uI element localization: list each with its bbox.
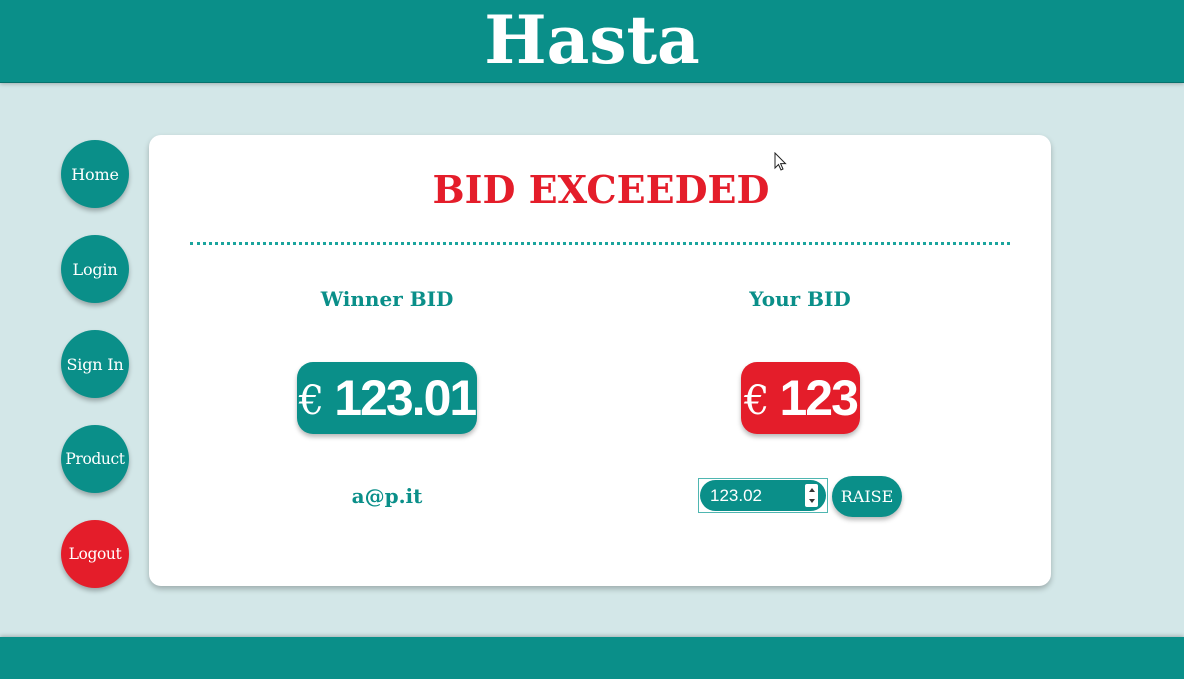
your-bid-label: Your BID bbox=[749, 287, 851, 311]
your-bid-badge: € 123 bbox=[741, 362, 860, 434]
nav-logout-label: Logout bbox=[68, 545, 122, 563]
euro-icon: € bbox=[298, 378, 325, 424]
nav-login-label: Login bbox=[72, 259, 118, 279]
spinner-down-icon[interactable] bbox=[808, 499, 815, 504]
nav-product-button[interactable]: Product bbox=[61, 425, 129, 493]
winner-bid-amount: 123.01 bbox=[334, 370, 477, 426]
winner-bid-badge: € 123.01 bbox=[297, 362, 477, 434]
euro-icon: € bbox=[744, 378, 770, 424]
nav-sign-in-button[interactable]: Sign In bbox=[61, 330, 129, 398]
raise-button[interactable]: RAISE bbox=[832, 476, 902, 517]
nav-product-label: Product bbox=[65, 450, 125, 468]
mouse-cursor-icon bbox=[774, 152, 787, 171]
dotted-divider bbox=[190, 242, 1010, 245]
bid-amount-input[interactable]: 123.02 bbox=[700, 480, 826, 511]
nav-sign-in-label: Sign In bbox=[66, 354, 124, 374]
winner-email: a@p.it bbox=[351, 484, 423, 508]
spinner-up-icon[interactable] bbox=[808, 487, 815, 492]
nav-login-button[interactable]: Login bbox=[61, 235, 129, 303]
bid-status-title: BID EXCEEDED bbox=[432, 167, 770, 212]
footer-bar bbox=[0, 637, 1184, 679]
app-title: Hasta bbox=[484, 1, 700, 79]
your-bid-amount: 123 bbox=[779, 370, 859, 426]
nav-logout-button[interactable]: Logout bbox=[61, 520, 129, 588]
bid-input-focus-ring: 123.02 bbox=[698, 478, 828, 513]
bid-amount-value: 123.02 bbox=[710, 485, 762, 505]
number-spinner[interactable] bbox=[805, 484, 818, 507]
winner-bid-label: Winner BID bbox=[320, 287, 454, 311]
